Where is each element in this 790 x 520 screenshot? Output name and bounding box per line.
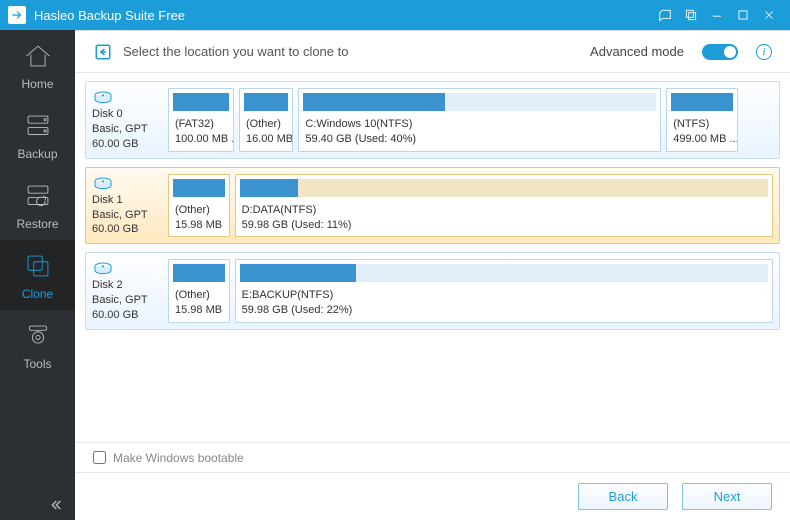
partition[interactable]: (Other)15.98 MB [168,174,230,238]
partition[interactable]: (Other)15.98 MB [168,259,230,323]
sidebar-item-tools[interactable]: Tools [0,310,75,380]
partition-title: E:BACKUP(NTFS) [242,288,766,303]
partition-usage-bar [244,93,288,111]
disk-label: Disk 1Basic, GPT60.00 GB [92,174,162,238]
disk-list: Disk 0Basic, GPT60.00 GB(FAT32)100.00 MB… [75,73,790,442]
disk-row[interactable]: Disk 1Basic, GPT60.00 GB(Other)15.98 MBD… [85,167,780,245]
partition-usage-bar [173,264,225,282]
advanced-mode-toggle[interactable] [702,44,738,60]
partitions: (Other)15.98 MBD:DATA(NTFS)59.98 GB (Use… [168,174,773,238]
maximize-icon[interactable] [730,0,756,30]
partition-usage-bar [240,179,768,197]
disk-row[interactable]: Disk 0Basic, GPT60.00 GB(FAT32)100.00 MB… [85,81,780,159]
disk-type: Basic, GPT [92,122,162,137]
partition-usage-bar [671,93,733,111]
disk-size: 60.00 GB [92,222,162,237]
app-logo [8,6,26,24]
disk-name: Disk 1 [92,193,162,208]
partition-title: (FAT32) [175,117,227,132]
partition-sub: 16.00 MB ... [246,132,286,147]
partition-sub: 100.00 MB ... [175,132,227,147]
sidebar-item-label: Home [21,77,53,91]
partition[interactable]: (Other)16.00 MB ... [239,88,293,152]
partition-usage-bar [173,93,229,111]
sidebar-item-backup[interactable]: Backup [0,100,75,170]
make-bootable-checkbox[interactable] [93,451,106,464]
location-icon [93,42,113,62]
partition-title: (Other) [175,288,223,303]
disk-icon [92,261,112,275]
close-icon[interactable] [756,0,782,30]
partition[interactable]: D:DATA(NTFS)59.98 GB (Used: 11%) [235,174,773,238]
sidebar-item-label: Clone [22,287,53,301]
partition-title: D:DATA(NTFS) [242,203,766,218]
partition-sub: 15.98 MB [175,303,223,318]
disk-type: Basic, GPT [92,208,162,223]
disk-type: Basic, GPT [92,293,162,308]
partition-title: (Other) [175,203,223,218]
disk-icon [92,90,112,104]
partitions: (FAT32)100.00 MB ...(Other)16.00 MB ...C… [168,88,773,152]
partition-usage-bar [240,264,768,282]
open-icon[interactable] [652,0,678,30]
back-button[interactable]: Back [578,483,668,510]
sidebar-item-label: Tools [23,357,51,371]
partition[interactable]: E:BACKUP(NTFS)59.98 GB (Used: 22%) [235,259,773,323]
partition[interactable]: (NTFS)499.00 MB ... [666,88,738,152]
partition-sub: 499.00 MB ... [673,132,731,147]
partition-title: (NTFS) [673,117,731,132]
disk-name: Disk 0 [92,107,162,122]
make-bootable-label: Make Windows bootable [113,451,244,465]
disk-name: Disk 2 [92,278,162,293]
titlebar: Hasleo Backup Suite Free [0,0,790,30]
partition-sub: 59.98 GB (Used: 22%) [242,303,766,318]
disk-label: Disk 2Basic, GPT60.00 GB [92,259,162,323]
disk-icon [92,176,112,190]
partition-title: C:Windows 10(NTFS) [305,117,654,132]
disk-label: Disk 0Basic, GPT60.00 GB [92,88,162,152]
header-row: Select the location you want to clone to… [75,31,790,73]
header-prompt: Select the location you want to clone to [123,44,348,59]
partition-title: (Other) [246,117,286,132]
partitions: (Other)15.98 MBE:BACKUP(NTFS)59.98 GB (U… [168,259,773,323]
sidebar-item-home[interactable]: Home [0,30,75,100]
sidebar-item-restore[interactable]: Restore [0,170,75,240]
partition-usage-bar [173,179,225,197]
main-panel: Select the location you want to clone to… [75,30,790,520]
app-title: Hasleo Backup Suite Free [34,8,652,23]
next-button[interactable]: Next [682,483,772,510]
sidebar-item-clone[interactable]: Clone [0,240,75,310]
minimize-icon[interactable] [704,0,730,30]
partition-sub: 15.98 MB [175,218,223,233]
new-window-icon[interactable] [678,0,704,30]
sidebar: Home Backup Restore Clone Tools [0,30,75,520]
sidebar-collapse-button[interactable] [0,490,75,520]
footer-options: Make Windows bootable [75,442,790,472]
disk-size: 60.00 GB [92,308,162,323]
sidebar-item-label: Restore [16,217,58,231]
partition-sub: 59.40 GB (Used: 40%) [305,132,654,147]
partition-sub: 59.98 GB (Used: 11%) [242,218,766,233]
partition-usage-bar [303,93,656,111]
partition[interactable]: C:Windows 10(NTFS)59.40 GB (Used: 40%) [298,88,661,152]
sidebar-item-label: Backup [17,147,57,161]
disk-row[interactable]: Disk 2Basic, GPT60.00 GB(Other)15.98 MBE… [85,252,780,330]
disk-size: 60.00 GB [92,137,162,152]
footer-buttons: Back Next [75,472,790,520]
info-icon[interactable]: i [756,44,772,60]
advanced-mode-label: Advanced mode [590,44,684,59]
partition[interactable]: (FAT32)100.00 MB ... [168,88,234,152]
